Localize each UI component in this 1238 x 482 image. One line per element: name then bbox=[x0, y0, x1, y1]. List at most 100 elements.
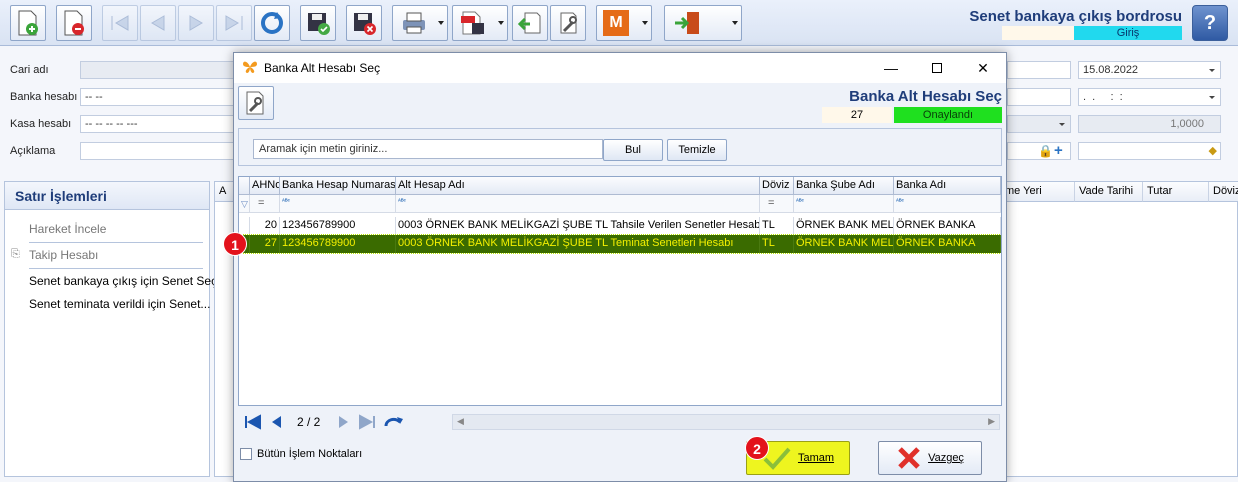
filter-abc-icon[interactable]: ᴬᴮᶜ bbox=[280, 195, 396, 213]
row-operations-panel: Satır İşlemleri Hareket İncele ⎘ Takip H… bbox=[4, 181, 217, 477]
col-header-account[interactable]: Banka Hesap Numarası bbox=[280, 177, 396, 195]
cari-field[interactable] bbox=[80, 61, 234, 79]
save-button[interactable] bbox=[300, 5, 336, 41]
currency-combo[interactable] bbox=[1007, 115, 1071, 133]
table-row[interactable]: 20 123456789900 0003 ÖRNEK BANK MELİKGAZ… bbox=[239, 217, 1001, 235]
rate-field[interactable]: 1,0000 bbox=[1078, 115, 1221, 133]
first-icon bbox=[111, 15, 129, 31]
refresh-button[interactable] bbox=[254, 5, 290, 41]
hareket-incele-item[interactable]: Hareket İncele bbox=[29, 222, 106, 236]
save-check-icon bbox=[308, 13, 330, 35]
horizontal-scrollbar[interactable]: ◀ ▶ bbox=[452, 414, 1000, 430]
find-button[interactable]: Bul bbox=[603, 139, 663, 161]
aciklama-field[interactable] bbox=[80, 142, 234, 160]
search-input[interactable]: Aramak için metin giriniz... bbox=[253, 139, 603, 159]
right-field-2[interactable] bbox=[1007, 88, 1071, 106]
dialog-tools-button[interactable] bbox=[238, 86, 274, 120]
maximize-button[interactable] bbox=[914, 53, 960, 83]
import-button[interactable] bbox=[512, 5, 548, 41]
m-module-button[interactable]: M bbox=[596, 5, 652, 41]
new-doc-icon bbox=[18, 10, 38, 36]
cell-account: 123456789900 bbox=[280, 235, 396, 253]
cell-sub-name: 0003 ÖRNEK BANK MELİKGAZİ ŞUBE TL Tahsil… bbox=[396, 217, 760, 235]
cell-account: 123456789900 bbox=[280, 217, 396, 235]
prev-record-button[interactable] bbox=[140, 5, 176, 41]
next-page-icon[interactable] bbox=[335, 414, 351, 430]
col-header-ahno[interactable]: AHNo bbox=[250, 177, 280, 195]
cell-ahno: 27 bbox=[250, 235, 280, 253]
scroll-right-icon[interactable]: ▶ bbox=[988, 416, 995, 427]
refresh-page-icon[interactable] bbox=[383, 414, 405, 430]
cell-sub-name: 0003 ÖRNEK BANK MELİKGAZİ ŞUBE TL Temina… bbox=[396, 235, 760, 253]
extra-field[interactable]: ◆ bbox=[1078, 142, 1221, 160]
filter-icon[interactable]: ▽ bbox=[239, 195, 250, 213]
col-header-currency[interactable]: Döviz bbox=[760, 177, 794, 195]
tracking-icon: ⎘ bbox=[11, 248, 20, 260]
cell-branch: ÖRNEK BANK MELİK bbox=[794, 235, 894, 253]
export-pdf-button[interactable] bbox=[452, 5, 508, 41]
delete-document-button[interactable] bbox=[56, 5, 92, 41]
ok-label: Tamam bbox=[797, 452, 835, 464]
close-button[interactable]: ✕ bbox=[960, 53, 1006, 83]
row-operations-title: Satır İşlemleri bbox=[5, 182, 209, 210]
eraser-icon[interactable]: ◆ bbox=[1209, 144, 1217, 157]
filter-abc-icon[interactable]: ᴬᴮᶜ bbox=[794, 195, 894, 213]
first-record-button[interactable] bbox=[102, 5, 138, 41]
dialog-heading: Banka Alt Hesabı Seç bbox=[849, 88, 1002, 105]
help-button[interactable]: ? bbox=[1192, 5, 1228, 41]
exit-button[interactable] bbox=[664, 5, 742, 41]
filter-abc-icon[interactable]: ᴬᴮᶜ bbox=[894, 195, 1001, 213]
grid-header-row: AHNo Banka Hesap Numarası Alt Hesap Adı … bbox=[239, 177, 1001, 195]
minimize-button[interactable]: — bbox=[868, 53, 914, 83]
col-header-branch[interactable]: Banka Şube Adı bbox=[794, 177, 894, 195]
grid-header[interactable]: Vade Tarihi bbox=[1075, 182, 1143, 202]
wrench-icon bbox=[246, 91, 264, 115]
cancel-button[interactable]: Vazgeç bbox=[878, 441, 982, 475]
all-points-checkbox[interactable] bbox=[240, 448, 252, 460]
lock-field[interactable]: 🔒 + bbox=[1007, 142, 1071, 160]
grid-pager: 2 / 2 ◀ ▶ bbox=[239, 409, 1001, 435]
banka-field[interactable]: -- -- bbox=[80, 88, 234, 106]
first-page-icon[interactable] bbox=[243, 414, 263, 430]
scroll-left-icon[interactable]: ◀ bbox=[457, 416, 464, 427]
sub-account-grid: AHNo Banka Hesap Numarası Alt Hesap Adı … bbox=[238, 176, 1002, 406]
delete-doc-icon bbox=[64, 10, 84, 36]
cancel-x-icon bbox=[898, 447, 920, 469]
clear-button[interactable]: Temizle bbox=[667, 139, 727, 161]
col-header-bank[interactable]: Banka Adı bbox=[894, 177, 1001, 195]
prev-page-icon[interactable] bbox=[269, 414, 285, 430]
save-close-button[interactable] bbox=[346, 5, 382, 41]
grid-header[interactable]: Tutar bbox=[1143, 182, 1209, 202]
col-header-sub-name[interactable]: Alt Hesap Adı bbox=[396, 177, 760, 195]
kasa-field[interactable]: -- -- -- -- --- bbox=[80, 115, 234, 133]
grid-header[interactable]: Döviz bbox=[1209, 182, 1238, 202]
senet-teminata-item[interactable]: Senet teminata verildi için Senet... bbox=[29, 297, 210, 311]
row-indicator-header bbox=[239, 177, 250, 195]
sub-account-dialog: Banka Alt Hesabı Seç — ✕ Banka Alt Hesab… bbox=[233, 52, 1007, 482]
new-document-button[interactable] bbox=[10, 5, 46, 41]
import-icon bbox=[517, 12, 541, 34]
rate-value: 1,0000 bbox=[1170, 118, 1204, 130]
status-badge: Onaylandı bbox=[894, 107, 1002, 123]
form-title: Senet bankaya çıkış bordrosu bbox=[969, 8, 1182, 25]
last-page-icon[interactable] bbox=[357, 414, 377, 430]
date-field[interactable]: 15.08.2022 bbox=[1078, 61, 1221, 79]
dialog-titlebar[interactable]: Banka Alt Hesabı Seç — ✕ bbox=[234, 53, 1006, 83]
filter-equals-icon[interactable]: = bbox=[250, 195, 280, 213]
question-icon: ? bbox=[1203, 12, 1217, 34]
cell-branch: ÖRNEK BANK MELİK bbox=[794, 217, 894, 235]
butterfly-icon bbox=[243, 61, 257, 73]
right-field-1[interactable] bbox=[1007, 61, 1071, 79]
last-record-button[interactable] bbox=[216, 5, 252, 41]
tools-button[interactable] bbox=[550, 5, 586, 41]
takip-hesabi-item[interactable]: Takip Hesabı bbox=[29, 248, 98, 262]
table-row-selected[interactable]: 27 123456789900 0003 ÖRNEK BANK MELİKGAZ… bbox=[239, 234, 1001, 254]
plus-icon[interactable]: + bbox=[1054, 142, 1063, 159]
print-button[interactable] bbox=[392, 5, 448, 41]
senet-bankaya-item[interactable]: Senet bankaya çıkış için Senet Seç bbox=[29, 274, 217, 288]
next-record-button[interactable] bbox=[178, 5, 214, 41]
all-points-checkbox-row[interactable]: Bütün İşlem Noktaları bbox=[240, 448, 362, 460]
time-field[interactable]: . . : : bbox=[1078, 88, 1221, 106]
filter-abc-icon[interactable]: ᴬᴮᶜ bbox=[396, 195, 760, 213]
filter-equals-icon[interactable]: = bbox=[760, 195, 794, 213]
